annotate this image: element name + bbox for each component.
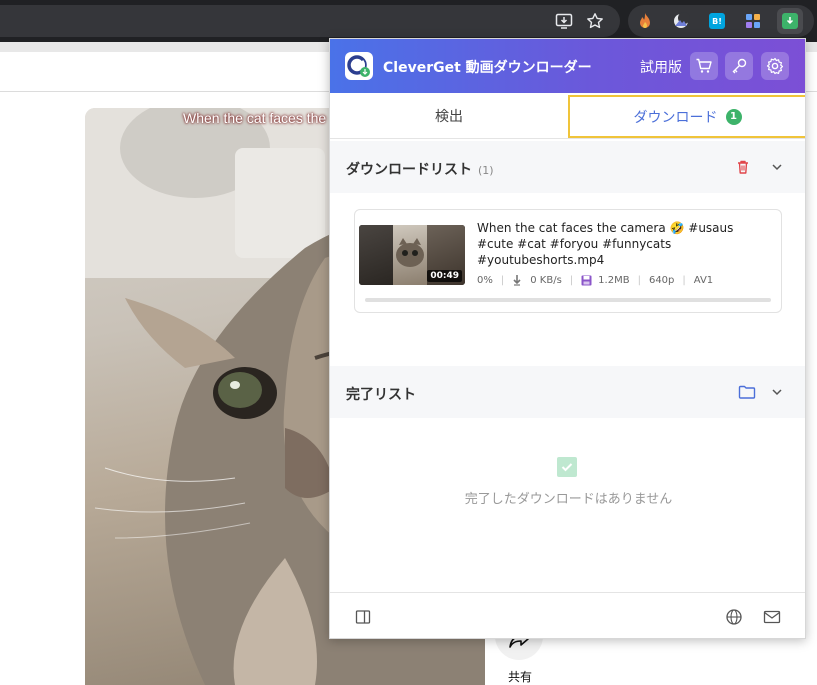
disk-icon	[581, 275, 592, 285]
download-count-badge: 1	[725, 108, 742, 125]
download-resolution: 640p	[648, 274, 675, 286]
completed-list-title: 完了リスト	[346, 387, 416, 403]
chevron-down-icon	[772, 164, 782, 171]
download-codec: AV1	[693, 274, 714, 286]
download-list-title-text: ダウンロードリスト	[346, 162, 472, 178]
omnibox[interactable]	[0, 5, 620, 37]
chevron-down-icon	[772, 389, 782, 396]
download-progress-text: 0%	[477, 274, 493, 286]
browser-toolbar: B!	[0, 0, 817, 42]
tab-download-label: ダウンロード	[633, 109, 718, 126]
download-list-header: ダウンロードリスト (1)	[330, 141, 805, 193]
download-list-count: (1)	[478, 164, 494, 177]
sidebar-icon	[355, 610, 371, 624]
download-arrow-icon	[513, 275, 521, 286]
download-meta: 0% | 0 KB/s | 1.2MB | 640p | AV1	[477, 274, 714, 286]
hatena-extension-icon[interactable]: B!	[705, 9, 729, 33]
open-folder-button[interactable]	[737, 382, 757, 402]
share-label: 共有	[508, 670, 533, 684]
empty-check-icon	[557, 457, 577, 477]
cart-button[interactable]	[690, 52, 718, 80]
sidebar-toggle-button[interactable]	[353, 607, 373, 627]
delete-all-button[interactable]	[733, 157, 753, 177]
download-filename: When the cat faces the camera 🤣 #usaus #…	[477, 221, 734, 267]
gear-icon	[766, 57, 784, 75]
fire-extension-icon[interactable]	[633, 9, 657, 33]
collapse-download-list-button[interactable]	[767, 157, 787, 177]
puzzle-extension-icon[interactable]	[741, 9, 765, 33]
collapse-completed-list-button[interactable]	[767, 382, 787, 402]
cleverget-logo-icon	[345, 52, 373, 80]
settings-button[interactable]	[761, 52, 789, 80]
folder-icon	[738, 385, 756, 399]
trial-label[interactable]: 試用版	[640, 57, 682, 77]
hatena-label: B!	[709, 13, 725, 29]
cart-icon	[696, 58, 712, 73]
key-icon	[732, 58, 747, 74]
mail-icon	[763, 610, 781, 624]
tab-detect[interactable]: 検出	[330, 93, 568, 139]
download-progress-bar	[365, 298, 771, 302]
cleverget-popup: CleverGet 動画ダウンローダー 試用版 検出 ダウンロード 1 ダウンロ…	[329, 38, 806, 639]
video-caption: When the cat faces the	[183, 110, 327, 126]
language-button[interactable]	[724, 607, 744, 627]
video-duration: 00:49	[427, 270, 462, 282]
cleverget-extension-icon[interactable]	[777, 8, 803, 34]
popup-header: CleverGet 動画ダウンローダー 試用版	[330, 39, 805, 93]
bookmark-star-icon[interactable]	[583, 9, 607, 33]
completed-empty-text: 完了したダウンロードはありません	[464, 492, 673, 507]
moon-extension-icon[interactable]	[669, 9, 693, 33]
completed-list-header: 完了リスト	[330, 366, 805, 418]
globe-icon	[726, 609, 742, 625]
download-item[interactable]: 00:49 When the cat faces the camera 🤣 #u…	[354, 209, 782, 313]
download-size: 1.2MB	[598, 274, 630, 286]
trash-icon	[738, 160, 748, 174]
popup-footer	[330, 592, 805, 638]
download-speed: 0 KB/s	[530, 274, 562, 286]
tab-download[interactable]: ダウンロード 1	[568, 95, 805, 138]
app-title: CleverGet 動画ダウンローダー	[383, 60, 592, 76]
license-key-button[interactable]	[725, 52, 753, 80]
video-thumbnail: 00:49	[359, 225, 465, 285]
download-list-title: ダウンロードリスト (1)	[346, 159, 494, 179]
tab-bar: 検出 ダウンロード 1	[330, 93, 805, 139]
install-icon[interactable]	[552, 9, 576, 33]
tab-detect-label: 検出	[435, 109, 463, 125]
feedback-mail-button[interactable]	[762, 607, 782, 627]
